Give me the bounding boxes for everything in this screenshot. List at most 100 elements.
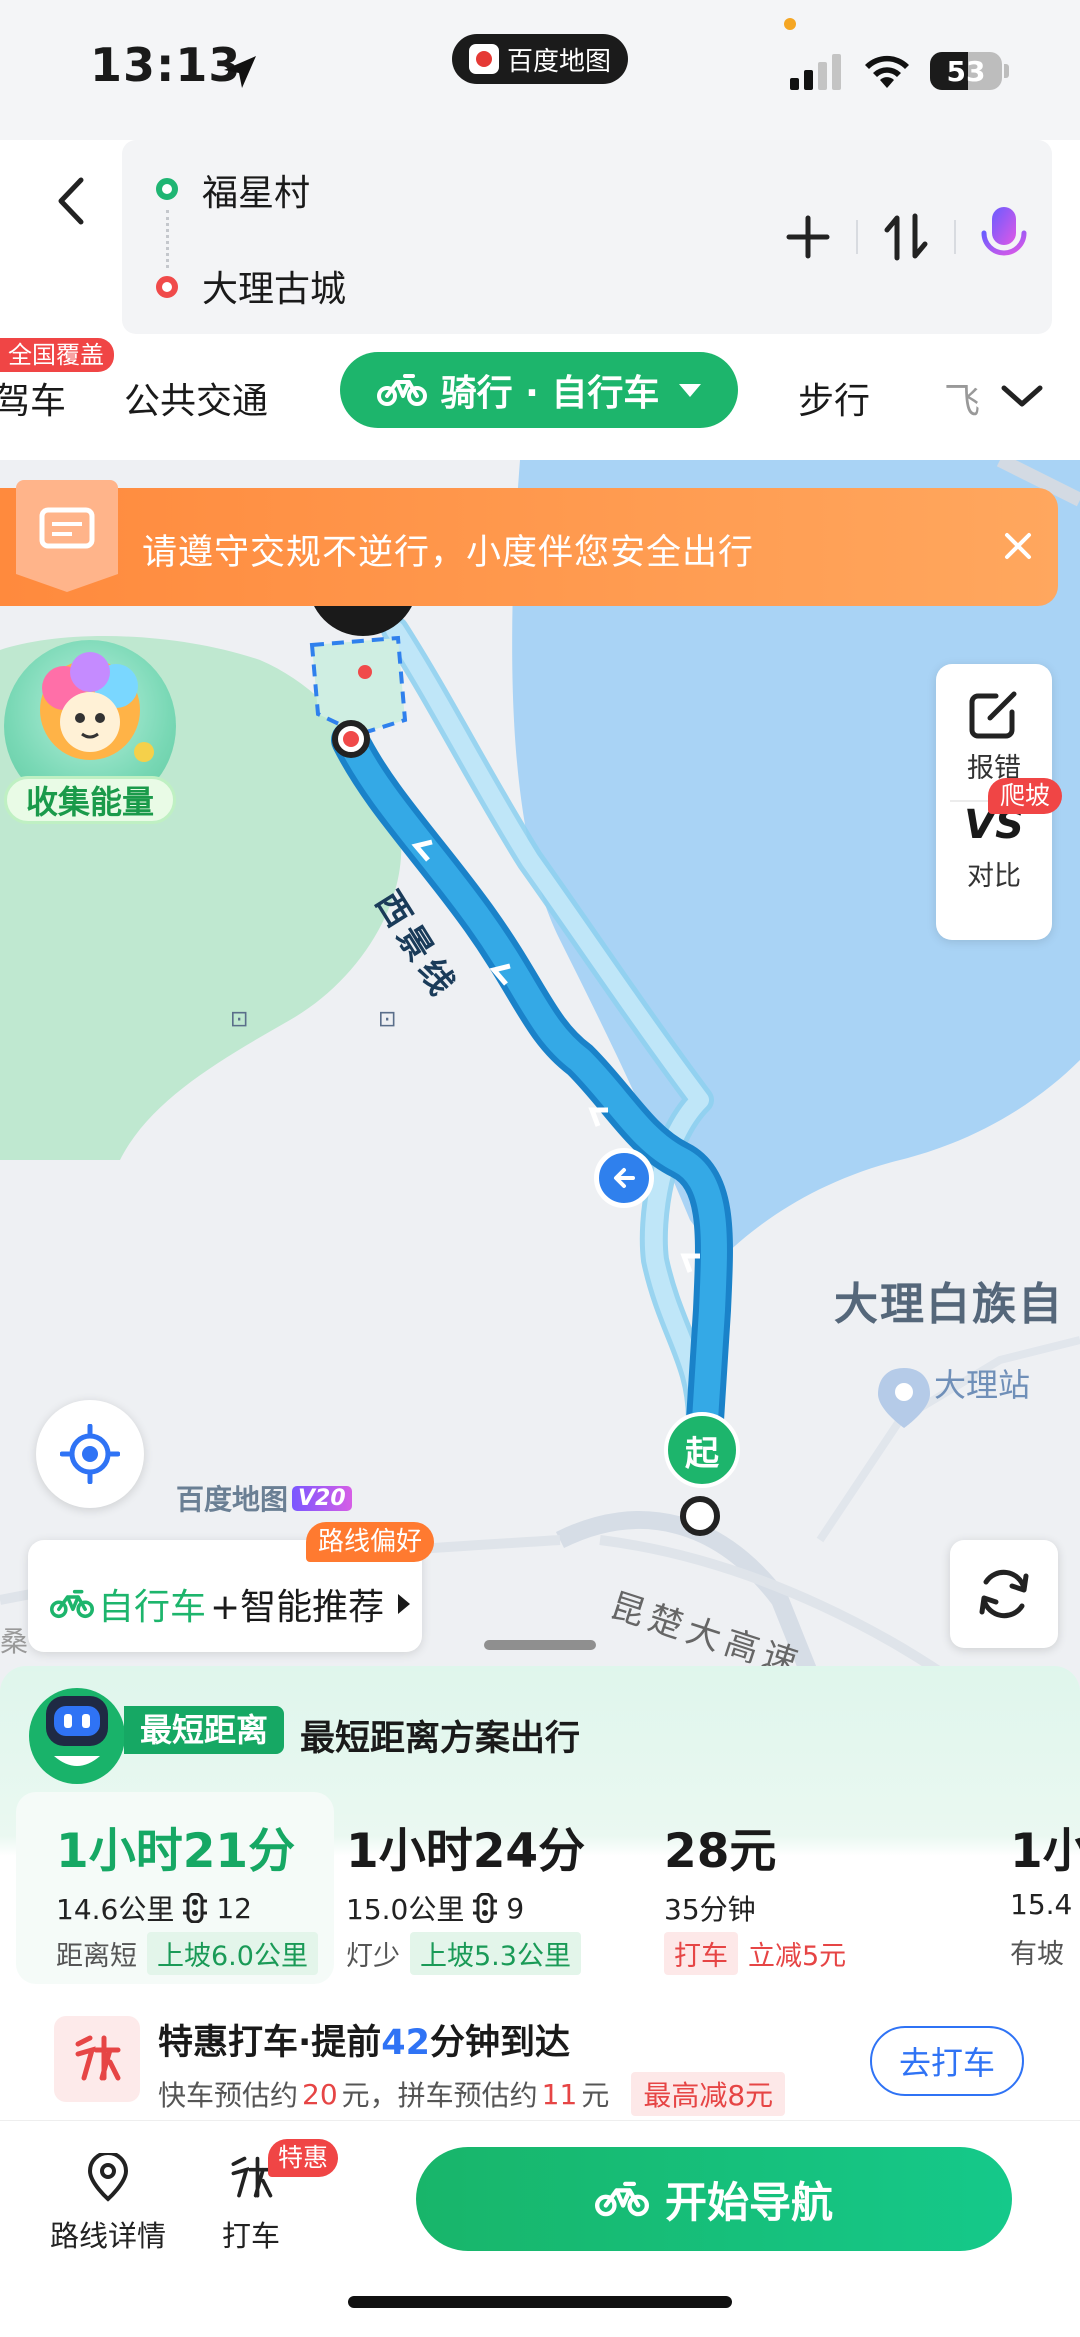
- robot-assistant-icon: [29, 1688, 125, 1784]
- chevron-left-icon: [58, 177, 84, 225]
- option-distance: 14.6公里: [56, 1893, 175, 1926]
- safety-notice-banner: 请遵守交规不逆行，小度伴您安全出行: [0, 480, 1058, 606]
- route-option-1[interactable]: 1小时21分 14.6公里 12 距离短 上坡6.0公里: [16, 1792, 334, 1984]
- left-edge-label: 桑: [0, 1625, 29, 1658]
- tab-transit[interactable]: 公共交通: [124, 372, 268, 424]
- swap-route-button[interactable]: [858, 197, 954, 277]
- active-app-pill[interactable]: 百度地图: [452, 34, 628, 84]
- end-dot-marker: [332, 720, 370, 758]
- bike-pref-suffix: +智能推荐: [210, 1587, 385, 1628]
- option-tags: 灯少 上坡5.3公里: [346, 1932, 581, 1975]
- collect-energy-label: 收集能量: [4, 776, 176, 824]
- energy-mascot[interactable]: 收集能量: [0, 640, 182, 830]
- tab-drive[interactable]: 驾车: [0, 372, 66, 424]
- message-bubble-icon: [16, 480, 118, 592]
- route-option-taxi[interactable]: 28元 35分钟 打车 立减5元: [652, 1792, 862, 1984]
- route-detail-label: 路线详情: [49, 2219, 166, 2253]
- taxi-promo-title: 特惠打车·提前42分钟到达: [158, 2014, 570, 2065]
- plus-icon: [786, 215, 830, 259]
- expand-tabs-button[interactable]: [990, 364, 1054, 428]
- tab-walk[interactable]: 步行: [798, 372, 870, 424]
- traffic-light-icon: [473, 1893, 498, 1923]
- taxi-title-suffix: 分钟到达: [430, 2023, 571, 2063]
- bicycle-icon: [376, 374, 427, 406]
- report-error-button[interactable]: 报错: [936, 688, 1052, 785]
- start-navigation-label: 开始导航: [664, 2177, 833, 2227]
- traffic-light-icon: [183, 1893, 208, 1923]
- location-arrow-icon: [224, 56, 256, 88]
- option-time: 1小时24分: [346, 1824, 586, 1879]
- privacy-indicator-dot: [784, 18, 796, 30]
- option-distance: 15.4: [1010, 1888, 1073, 1921]
- option-tag: 距离短: [56, 1941, 137, 1972]
- carpool-price: 11: [541, 2077, 578, 2111]
- option-info: 14.6公里 12: [56, 1888, 252, 1928]
- option-lights: 12: [216, 1891, 252, 1925]
- taxi-sub-text: 快车预估约: [158, 2079, 299, 2112]
- route-option-4[interactable]: 1小 15.4 有坡: [862, 1792, 1080, 1984]
- region-label: 大理白族自: [834, 1279, 1064, 1330]
- battery-indicator: 53: [930, 52, 1002, 90]
- close-icon: [1005, 533, 1031, 559]
- home-indicator[interactable]: [348, 2296, 732, 2308]
- map-side-panel: 报错 爬坡 VS 对比: [936, 664, 1063, 940]
- start-location-field[interactable]: 福星村: [202, 164, 310, 216]
- special-offer-badge: 特惠: [268, 2139, 339, 2177]
- end-point-icon: [156, 276, 178, 298]
- taxi-button[interactable]: 特惠 打车: [196, 2139, 339, 2255]
- tab-more-partial[interactable]: 飞: [944, 372, 980, 424]
- taxi-sub-text: 元: [581, 2079, 610, 2112]
- notice-text: 请遵守交规不逆行，小度伴您安全出行: [142, 533, 755, 573]
- caret-down-icon: [679, 383, 702, 397]
- start-marker[interactable]: 起: [664, 1412, 740, 1488]
- battery-cap: [1004, 64, 1009, 78]
- sheet-drag-handle[interactable]: [484, 1640, 596, 1650]
- status-bar: 13:13 百度地图 53: [0, 0, 1080, 140]
- back-button[interactable]: [40, 166, 100, 236]
- max-discount-tag: 最高减8元: [631, 2072, 786, 2116]
- compare-label: 对比: [967, 861, 1021, 892]
- cellular-signal-icon: [790, 54, 841, 90]
- taxi-tag: 打车: [664, 1932, 738, 1975]
- route-detail-button[interactable]: 路线详情: [38, 2153, 178, 2255]
- taxi-logo-icon: [75, 2035, 121, 2081]
- end-location-field[interactable]: 大理古城: [202, 260, 346, 312]
- start-navigation-button[interactable]: 开始导航: [416, 2147, 1012, 2251]
- tab-cycling[interactable]: 骑行 · 自行车: [340, 352, 738, 428]
- add-waypoint-button[interactable]: [760, 197, 856, 277]
- travel-mode-tabs: 驾车 公共交通 骑行 · 自行车 步行 飞: [0, 350, 1080, 454]
- svg-text:⊡: ⊡: [230, 1007, 248, 1032]
- map-brand: 百度地图 V20: [176, 1478, 352, 1518]
- arrow-left-icon: [614, 1168, 635, 1188]
- go-taxi-button[interactable]: 去打车: [870, 2026, 1024, 2096]
- bike-preference-text: 自行车 +智能推荐: [50, 1578, 411, 1630]
- compare-button[interactable]: 爬坡 VS 对比: [936, 778, 1063, 893]
- option-tag: 有坡: [1010, 1939, 1064, 1970]
- refresh-route-button[interactable]: [950, 1540, 1058, 1648]
- wifi-icon: [865, 55, 909, 88]
- taxi-title-prefix: 特惠打车·提前: [158, 2023, 382, 2063]
- route-header: 福星村 大理古城 全国覆盖 驾车 公共交通 骑行 · 自行车 步行 飞: [0, 140, 1080, 460]
- voice-input-button[interactable]: [956, 197, 1052, 277]
- locate-me-button[interactable]: [36, 1400, 144, 1508]
- svg-text:⊡: ⊡: [378, 1007, 396, 1032]
- start-dot-marker: [680, 1496, 720, 1536]
- route-option-2[interactable]: 1小时24分 15.0公里 9 灯少 上坡5.3公里: [334, 1792, 652, 1984]
- option-time: 1小: [1010, 1824, 1080, 1879]
- close-notice-button[interactable]: [992, 520, 1044, 572]
- battery-percent: 53: [946, 54, 986, 88]
- plan-title: 最短距离方案出行: [300, 1719, 581, 1759]
- taxi-promo-row[interactable]: 特惠打车·提前42分钟到达 快车预估约 20 元，拼车预估约 11 元 最高减8元 去打…: [0, 2006, 1080, 2116]
- active-app-name: 百度地图: [506, 46, 611, 77]
- crosshair-icon: [60, 1424, 120, 1484]
- option-tags: 距离短 上坡6.0公里: [56, 1932, 318, 1975]
- start-marker-label: 起: [685, 1433, 719, 1474]
- route-input-box: 福星村 大理古城: [122, 140, 1052, 334]
- route-option-list: 1小时21分 14.6公里 12 距离短 上坡6.0公里 1小时24分 15.0…: [16, 1792, 1080, 1984]
- fast-car-price: 20: [302, 2077, 338, 2111]
- brand-name: 百度地图: [176, 1483, 289, 1516]
- refresh-icon: [979, 1569, 1029, 1619]
- location-pin-icon: [87, 2153, 129, 2202]
- brand-version: V20: [292, 1485, 352, 1511]
- taxi-icon: [54, 2016, 140, 2102]
